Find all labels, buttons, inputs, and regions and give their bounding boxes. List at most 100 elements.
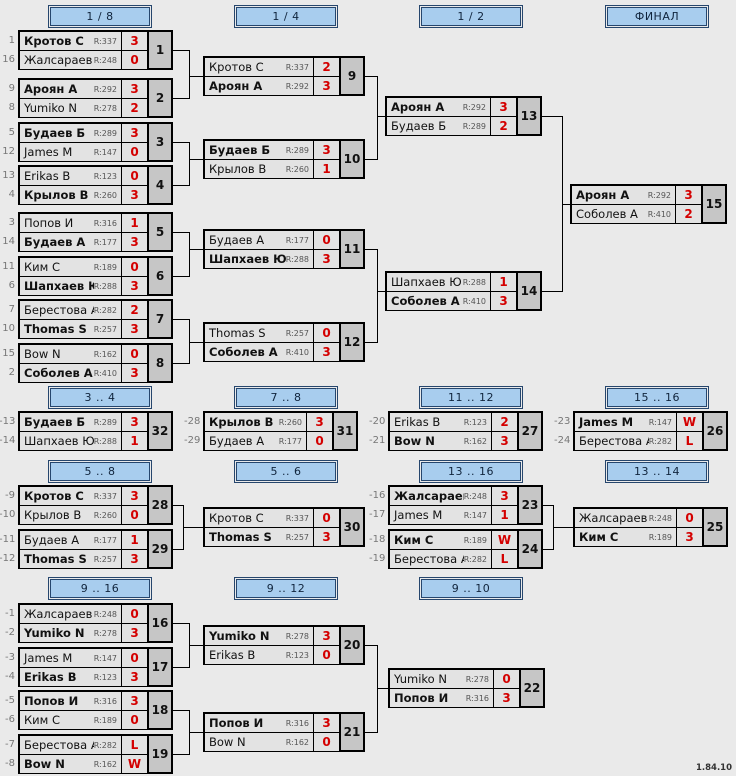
- match-player-row[interactable]: Thomas S R:257 3: [20, 549, 147, 568]
- match-player-row[interactable]: Попов И R:316 3: [205, 714, 339, 732]
- match-player-row[interactable]: Yumiko N R:278 3: [205, 627, 339, 645]
- match-player-row[interactable]: Ароян А R:292 3: [205, 76, 339, 95]
- match-box[interactable]: Bow N R:162 0 Соболев А R:410 3 8: [18, 343, 173, 383]
- match-player-row[interactable]: Соболев А R:410 2: [572, 204, 701, 223]
- match-player-row[interactable]: Будаев Б R:289 3: [20, 413, 147, 431]
- match-player-row[interactable]: Попов И R:316 3: [390, 688, 519, 707]
- match-box[interactable]: Ароян А R:292 3 Соболев А R:410 2 15: [570, 184, 727, 224]
- match-box[interactable]: James M R:147 W Берестова А R:282 L 26: [573, 411, 728, 451]
- match-box[interactable]: Шапхаев Ю R:288 1 Соболев А R:410 3 14: [385, 271, 542, 311]
- match-box[interactable]: Жалсараев СR:248 3 James M R:147 123: [388, 485, 543, 525]
- match-player-row[interactable]: Жалсараев СR:248 3: [390, 487, 517, 505]
- match-box[interactable]: Попов И R:316 3 Bow N R:162 0 21: [203, 712, 365, 752]
- match-player-row[interactable]: Крылов В R:260 0: [20, 505, 147, 524]
- match-box[interactable]: Кротов С R:337 0 Thomas S R:257 3 30: [203, 507, 365, 547]
- match-box[interactable]: Будаев А R:177 0 Шапхаев Ю R:288 3 11: [203, 229, 365, 269]
- match-player-row[interactable]: Ким С R:189 3: [575, 527, 702, 546]
- match-player-row[interactable]: Берестова А R:282 L: [390, 549, 517, 568]
- match-player-row[interactable]: Попов И R:316 1: [20, 214, 147, 232]
- match-player-row[interactable]: Крылов В R:260 1: [205, 159, 339, 178]
- match-player-row[interactable]: Берестова А R:282 2: [20, 301, 147, 319]
- match-player-row[interactable]: Yumiko N R:278 3: [20, 623, 147, 642]
- match-player-row[interactable]: Шапхаев ЮR:288 3: [205, 249, 339, 268]
- match-box[interactable]: Крылов В R:260 3 Будаев А R:177 0 31: [203, 411, 358, 451]
- match-box[interactable]: Попов И R:316 3 Ким С R:189 0 18: [18, 690, 173, 730]
- match-player-row[interactable]: Будаев А R:177 1: [20, 531, 147, 549]
- match-box[interactable]: Будаев Б R:289 3 Шапхаев Ю R:288 1 32: [18, 411, 173, 451]
- match-player-row[interactable]: Соболев А R:410 3: [387, 291, 516, 310]
- match-box[interactable]: Кротов С R:337 3 Жалсараев СR:248 01: [18, 30, 173, 70]
- match-box[interactable]: Ким С R:189 0 Шапхаев ЮR:288 36: [18, 256, 173, 296]
- match-box[interactable]: Ароян А R:292 3 Yumiko N R:278 2 2: [18, 78, 173, 118]
- match-player-row[interactable]: Bow N R:162 0: [205, 732, 339, 751]
- match-player-row[interactable]: Ким С R:189 0: [20, 258, 147, 276]
- match-player-row[interactable]: Жалсараев СR:248 0: [575, 509, 702, 527]
- match-box[interactable]: Ароян А R:292 3 Будаев Б R:289 2 13: [385, 96, 542, 136]
- player-name: Берестова А: [579, 434, 649, 448]
- match-player-row[interactable]: Thomas S R:257 0: [205, 324, 339, 342]
- match-box[interactable]: Будаев Б R:289 3 James M R:147 0 3: [18, 122, 173, 162]
- match-player-row[interactable]: Шапхаев Ю R:288 1: [387, 273, 516, 291]
- match-player-row[interactable]: Yumiko N R:278 0: [390, 670, 519, 688]
- match-player-row[interactable]: Ким С R:189 0: [20, 710, 147, 729]
- match-player-row[interactable]: Будаев Б R:289 3: [20, 124, 147, 142]
- match-box[interactable]: Erikas B R:123 0 Крылов В R:260 3 4: [18, 165, 173, 205]
- match-box[interactable]: Кротов С R:337 3 Крылов В R:260 0 28: [18, 485, 173, 525]
- match-player-row[interactable]: Попов И R:316 3: [20, 692, 147, 710]
- match-player-row[interactable]: James M R:147 0: [20, 142, 147, 161]
- match-player-row[interactable]: Erikas B R:123 2: [390, 413, 517, 431]
- match-player-row[interactable]: Кротов С R:337 3: [20, 487, 147, 505]
- match-player-row[interactable]: Thomas S R:257 3: [205, 527, 339, 546]
- match-player-row[interactable]: James M R:147 0: [20, 649, 147, 667]
- match-player-row[interactable]: Erikas B R:123 0: [20, 167, 147, 185]
- player-name: Крылов В: [209, 162, 267, 176]
- match-player-row[interactable]: Будаев А R:177 0: [205, 231, 339, 249]
- match-box[interactable]: Erikas B R:123 2 Bow N R:162 3 27: [388, 411, 543, 451]
- match-player-row[interactable]: Берестова А R:282 L: [20, 736, 147, 754]
- player-name: Yumiko N: [24, 626, 85, 640]
- match-player-row[interactable]: Yumiko N R:278 2: [20, 98, 147, 117]
- match-player-row[interactable]: Жалсараев СR:248 0: [20, 50, 147, 69]
- match-box[interactable]: Попов И R:316 1 Будаев А R:177 3 5: [18, 212, 173, 252]
- match-player-row[interactable]: Erikas B R:123 0: [205, 645, 339, 664]
- match-player-row[interactable]: Соболев А R:410 3: [20, 363, 147, 382]
- match-player-row[interactable]: Будаев А R:177 3: [20, 232, 147, 251]
- match-player-row[interactable]: Erikas B R:123 3: [20, 667, 147, 686]
- match-player-row[interactable]: Кротов С R:337 0: [205, 509, 339, 527]
- match-box[interactable]: Кротов С R:337 2 Ароян А R:292 3 9: [203, 56, 365, 96]
- match-box[interactable]: Жалсараев СR:248 0 Ким С R:189 325: [573, 507, 728, 547]
- match-player-row[interactable]: Шапхаев ЮR:288 3: [20, 276, 147, 295]
- match-player-row[interactable]: Крылов В R:260 3: [205, 413, 332, 431]
- player-name: Шапхаев Ю: [24, 434, 94, 448]
- match-player-row[interactable]: Ароян А R:292 3: [20, 80, 147, 98]
- match-player-row[interactable]: Ароян А R:292 3: [387, 98, 516, 116]
- match-player-row[interactable]: Будаев Б R:289 3: [205, 141, 339, 159]
- match-box[interactable]: Будаев А R:177 1 Thomas S R:257 3 29: [18, 529, 173, 569]
- match-player-row[interactable]: Соболев А R:410 3: [205, 342, 339, 361]
- match-player-row[interactable]: Bow N R:162 3: [390, 431, 517, 450]
- match-box[interactable]: Жалсараев СR:248 0 Yumiko N R:278 316: [18, 603, 173, 643]
- match-box[interactable]: Ким С R:189 W Берестова А R:282 L 24: [388, 529, 543, 569]
- match-box[interactable]: James M R:147 0 Erikas B R:123 3 17: [18, 647, 173, 687]
- match-box[interactable]: Thomas S R:257 0 Соболев А R:410 3 12: [203, 322, 365, 362]
- match-player-row[interactable]: Будаев Б R:289 2: [387, 116, 516, 135]
- match-box[interactable]: Берестова А R:282 2 Thomas S R:257 3 7: [18, 299, 173, 339]
- match-player-row[interactable]: James M R:147 W: [575, 413, 702, 431]
- match-player-row[interactable]: Ароян А R:292 3: [572, 186, 701, 204]
- match-box[interactable]: Берестова А R:282 L Bow N R:162 W 19: [18, 734, 173, 774]
- match-box[interactable]: Yumiko N R:278 0 Попов И R:316 3 22: [388, 668, 545, 708]
- match-box[interactable]: Будаев Б R:289 3 Крылов В R:260 1 10: [203, 139, 365, 179]
- match-player-row[interactable]: Берестова А R:282 L: [575, 431, 702, 450]
- match-player-row[interactable]: Жалсараев СR:248 0: [20, 605, 147, 623]
- match-player-row[interactable]: Bow N R:162 0: [20, 345, 147, 363]
- match-box[interactable]: Yumiko N R:278 3 Erikas B R:123 0 20: [203, 625, 365, 665]
- match-player-row[interactable]: Ким С R:189 W: [390, 531, 517, 549]
- match-player-row[interactable]: Будаев А R:177 0: [205, 431, 332, 450]
- match-player-row[interactable]: Thomas S R:257 3: [20, 319, 147, 338]
- match-player-row[interactable]: James M R:147 1: [390, 505, 517, 524]
- match-player-row[interactable]: Шапхаев Ю R:288 1: [20, 431, 147, 450]
- match-player-row[interactable]: Кротов С R:337 2: [205, 58, 339, 76]
- match-player-row[interactable]: Крылов В R:260 3: [20, 185, 147, 204]
- match-player-row[interactable]: Кротов С R:337 3: [20, 32, 147, 50]
- match-player-row[interactable]: Bow N R:162 W: [20, 754, 147, 773]
